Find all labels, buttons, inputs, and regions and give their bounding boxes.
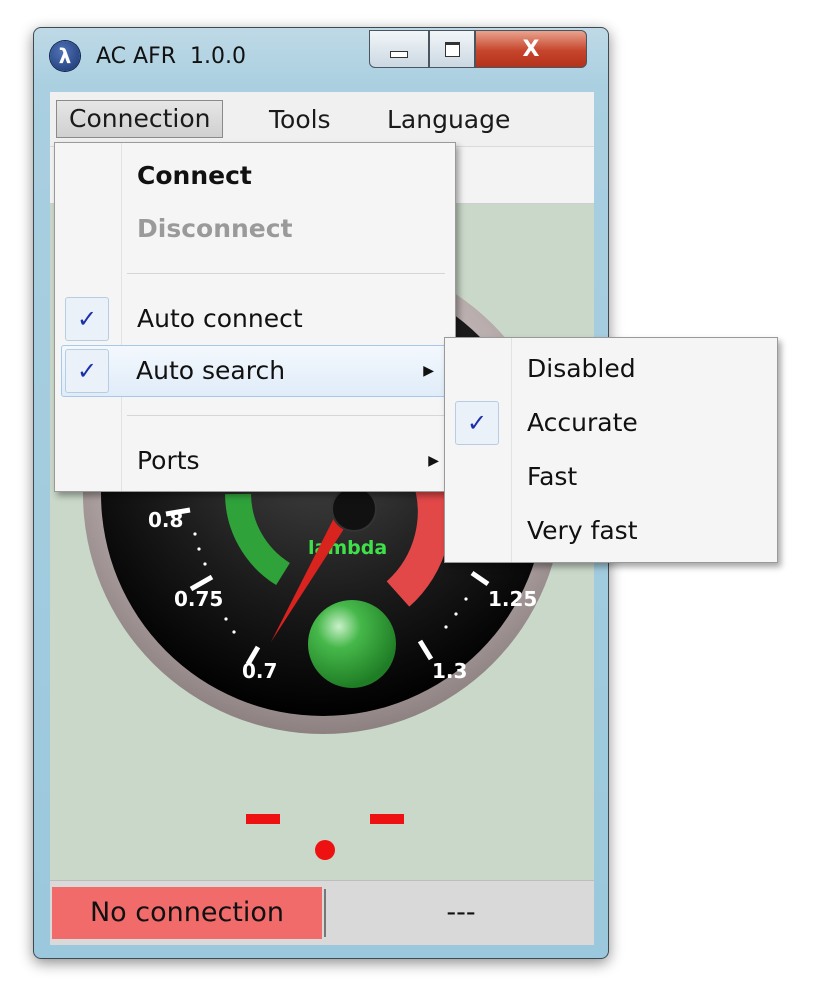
lambda-icon: λ <box>50 41 80 71</box>
app-name: AC AFR <box>96 44 177 69</box>
menu-separator <box>127 273 445 274</box>
menu-item-label: Very fast <box>527 516 638 545</box>
gauge-tick-label: 1.25 <box>488 587 537 611</box>
gauge-indicator-bulb <box>308 600 396 688</box>
menu-language[interactable]: Language <box>375 102 522 138</box>
window-title: AC AFR 1.0.0 <box>96 44 246 69</box>
gauge-hub <box>331 486 377 532</box>
menu-connection[interactable]: Connection <box>56 100 224 138</box>
menu-item-auto-search[interactable]: ✓ Auto search ▶ <box>61 345 449 397</box>
afr-value-text: - . - <box>240 802 242 803</box>
submenu-item-very-fast[interactable]: Very fast <box>445 504 775 558</box>
submenu-item-disabled[interactable]: Disabled <box>445 342 775 396</box>
submenu-arrow-icon: ▶ <box>423 363 434 379</box>
gauge-tick-label: 0.75 <box>174 587 223 611</box>
gauge-tick-label: 0.7 <box>242 659 277 683</box>
status-divider <box>324 889 326 937</box>
menu-item-label: Disconnect <box>137 214 293 243</box>
connection-status: No connection <box>52 887 322 939</box>
submenu-arrow-icon: ▶ <box>428 453 439 469</box>
app-version: 1.0.0 <box>190 44 246 69</box>
afr-value-display: - . - <box>240 802 404 860</box>
gauge-tick-label: 0.8 <box>148 508 183 532</box>
status-bar: No connection --- <box>50 880 594 945</box>
menu-item-label: Disabled <box>527 354 636 383</box>
close-button[interactable]: X <box>475 30 587 68</box>
menu-item-label: Auto connect <box>137 304 303 333</box>
menu-item-label: Connect <box>137 161 252 190</box>
menu-item-ports[interactable]: Ports ▶ <box>55 436 453 486</box>
menu-item-label: Auto search <box>136 356 286 385</box>
menu-item-disconnect: Disconnect <box>55 204 453 254</box>
checkmark-icon: ✓ <box>65 349 109 393</box>
menu-item-label: Ports <box>137 446 200 475</box>
close-icon: X <box>522 36 540 62</box>
minimize-icon <box>390 50 408 58</box>
auto-search-submenu: Disabled ✓ Accurate Fast Very fast <box>444 337 778 563</box>
submenu-item-accurate[interactable]: ✓ Accurate <box>445 396 775 450</box>
caption-buttons: X <box>369 30 587 68</box>
menu-bar: Connection Tools Language <box>50 92 594 147</box>
menu-item-label: Accurate <box>527 408 638 437</box>
menu-item-connect[interactable]: Connect <box>55 151 453 201</box>
gauge-tick-label: 1.3 <box>432 659 467 683</box>
afr-digit-dash <box>370 814 404 824</box>
menu-tools[interactable]: Tools <box>257 102 343 138</box>
submenu-item-fast[interactable]: Fast <box>445 450 775 504</box>
menu-item-label: Fast <box>527 462 578 491</box>
connection-menu: Connect Disconnect ✓ Auto connect ✓ Auto… <box>54 142 456 492</box>
checkmark-icon: ✓ <box>455 401 499 445</box>
afr-digit-dash <box>246 814 280 824</box>
title-bar[interactable]: λ AC AFR 1.0.0 X <box>34 28 608 90</box>
checkmark-icon: ✓ <box>65 297 109 341</box>
maximize-icon <box>444 41 460 57</box>
menu-item-auto-connect[interactable]: ✓ Auto connect <box>55 294 453 344</box>
minimize-button[interactable] <box>369 30 429 68</box>
menu-separator <box>127 415 445 416</box>
afr-status-value: --- <box>446 897 476 928</box>
maximize-button[interactable] <box>429 30 475 68</box>
afr-decimal-point <box>315 840 335 860</box>
